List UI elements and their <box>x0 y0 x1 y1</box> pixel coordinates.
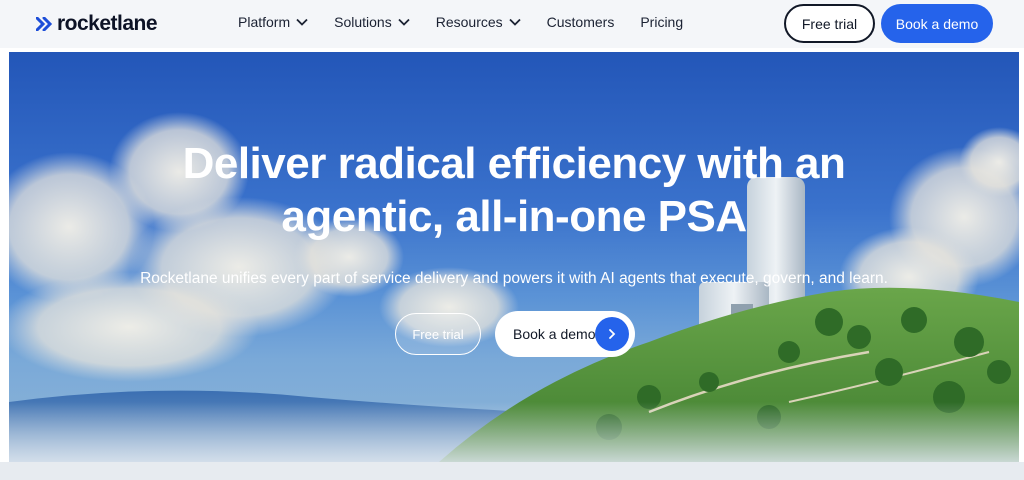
chevron-down-icon <box>509 18 521 26</box>
nav-item-solutions[interactable]: Solutions <box>334 14 410 30</box>
nav-item-pricing[interactable]: Pricing <box>640 14 683 30</box>
nav-item-label: Customers <box>546 14 615 30</box>
hero-subtitle: Rocketlane unifies every part of service… <box>140 270 888 287</box>
tree <box>954 327 984 357</box>
tree <box>699 372 719 392</box>
header-book-demo-button[interactable]: Book a demo <box>881 4 993 43</box>
hero-section: Deliver radical efficiency with an agent… <box>9 52 1019 462</box>
page-bottom-strip <box>0 462 1024 480</box>
hero-title: Deliver radical efficiency with an agent… <box>149 138 879 244</box>
tree <box>778 341 800 363</box>
hero-book-demo-button[interactable]: Book a demo <box>495 311 635 357</box>
tree <box>987 360 1011 384</box>
nav-item-customers[interactable]: Customers <box>547 14 615 30</box>
nav-item-platform[interactable]: Platform <box>238 14 308 30</box>
nav-item-label: Pricing <box>640 14 684 30</box>
nav-item-label: Solutions <box>334 14 392 30</box>
cloud-left-4 <box>9 272 259 382</box>
hero-bottom-fade <box>9 402 1019 462</box>
tree <box>901 307 927 333</box>
tree <box>875 358 903 386</box>
arrow-right-icon <box>595 317 629 351</box>
hero-book-demo-label: Book a demo <box>513 326 596 342</box>
tree <box>815 308 843 336</box>
nav-item-label: Platform <box>238 14 291 30</box>
nav-item-label: Resources <box>435 14 503 30</box>
hero-free-trial-button[interactable]: Free trial <box>395 313 481 355</box>
chevron-down-icon <box>398 18 410 26</box>
brand-name: rocketlane <box>57 12 158 35</box>
nav-item-resources[interactable]: Resources <box>436 14 521 30</box>
hero-title-line1: Deliver radical efficiency with an <box>182 139 846 188</box>
tree <box>847 325 871 349</box>
header-free-trial-button[interactable]: Free trial <box>784 4 875 43</box>
chevron-down-icon <box>296 18 308 26</box>
hero-background-illustration <box>9 112 1019 462</box>
site-header: rocketlane Platform Solutions Resources … <box>0 0 1024 48</box>
double-chevron-logo-icon <box>36 17 53 31</box>
main-nav: Platform Solutions Resources Customers P… <box>238 14 709 30</box>
brand-logo[interactable]: rocketlane <box>36 12 158 36</box>
hero-title-line2: agentic, all-in-one PSA <box>281 191 747 241</box>
